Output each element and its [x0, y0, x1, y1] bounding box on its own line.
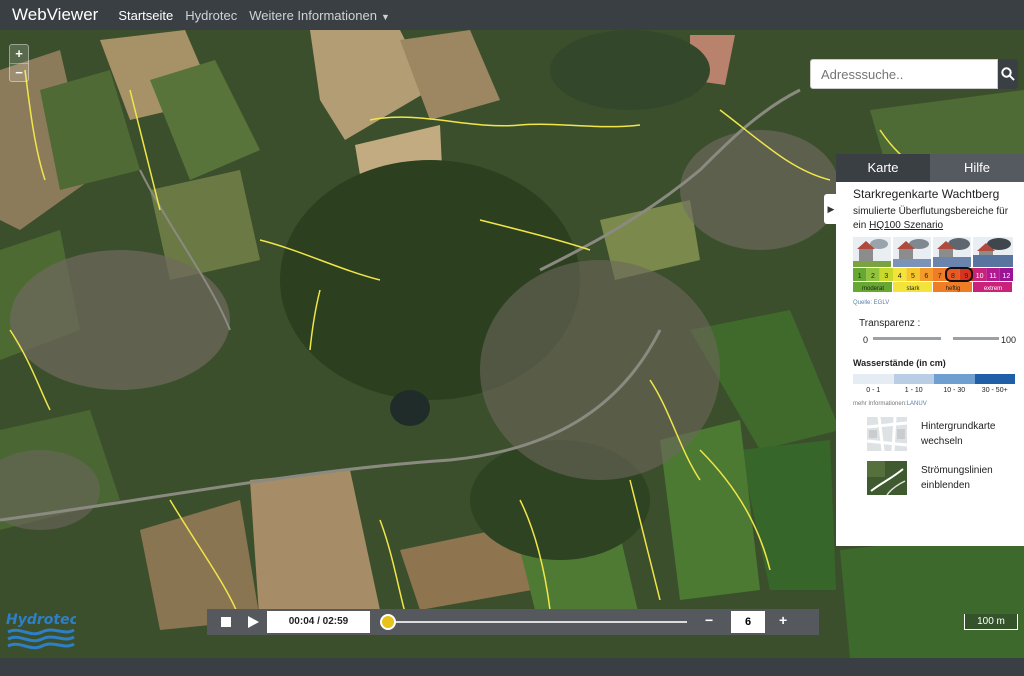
nav-weitere-informationen[interactable]: Weitere Informationen ▼ — [249, 8, 390, 23]
panel-tabs: Karte Hilfe — [836, 154, 1024, 182]
waterlevel-swatch-3 — [934, 374, 975, 384]
nav-startseite[interactable]: Startseite — [118, 8, 173, 23]
address-search — [810, 59, 1018, 89]
transparency-slider[interactable]: 0 100 — [853, 329, 1016, 351]
scale-number: 9 — [964, 273, 968, 280]
waterlevel-title: Wasserstände (in cm) — [853, 358, 946, 368]
weather-card-extrem — [973, 237, 1013, 267]
legend-title: Starkregenkarte Wachtberg — [853, 187, 1000, 201]
svg-text:Hydrotec: Hydrotec — [6, 612, 76, 628]
nav-hydrotec[interactable]: Hydrotec — [185, 8, 237, 23]
chevron-down-icon: ▼ — [380, 11, 390, 22]
scale-group-label: moderat — [862, 286, 884, 292]
street-map-thumbnail-icon — [867, 417, 907, 451]
weather-card-heftig — [933, 237, 971, 267]
waterlevel-label: 10 - 30 — [943, 387, 966, 394]
speed-increase-button[interactable]: + — [779, 612, 787, 628]
transparency-track-left — [873, 337, 941, 340]
flowlines-thumbnail-icon — [867, 461, 907, 495]
nav-weitere-label: Weitere Informationen — [249, 7, 377, 23]
legend-panel: Starkregenkarte Wachtberg simulierte Übe… — [836, 182, 1024, 546]
tab-karte[interactable]: Karte — [836, 154, 930, 182]
waterlevel-labels: 0 - 1 1 - 10 10 - 30 30 - 50+ — [853, 387, 1015, 394]
transparency-max: 100 — [1001, 335, 1017, 345]
search-icon — [1001, 67, 1015, 81]
scale-number: 1 — [858, 273, 862, 280]
zoom-out-button[interactable]: − — [10, 63, 28, 81]
chevron-right-icon: ▶ — [827, 204, 835, 214]
scale-group-label: extrem — [984, 286, 1002, 292]
speed-decrease-button[interactable]: − — [705, 612, 713, 628]
tab-hilfe[interactable]: Hilfe — [930, 154, 1024, 182]
flowlines-label-line: einblenden — [921, 480, 970, 491]
waterlevel-label: 1 - 10 — [904, 387, 923, 394]
hydrotec-logo-graphic: Hydrotec — [6, 612, 79, 650]
navbar: WebViewer Startseite Hydrotec Weitere In… — [0, 0, 1024, 30]
hydrotec-logo: Hydrotec — [4, 606, 79, 657]
background-map-toggle[interactable]: Hintergrundkarte wechseln — [853, 417, 1016, 451]
rain-scale-graphic: 1 2 3 4 5 6 7 8 9 10 11 12 moderat stark heftig extrem — [853, 237, 1013, 292]
transparency-track-right — [953, 337, 999, 340]
waterlevel-swatch-2 — [893, 374, 934, 384]
waterlevel-swatch-1 — [853, 374, 894, 384]
flowlines-toggle[interactable]: Strömungslinien einblenden — [853, 461, 1016, 495]
scale-number: 7 — [938, 273, 942, 280]
flowlines-label: Strömungslinien einblenden — [921, 463, 993, 493]
speed-value: 6 — [731, 611, 765, 633]
footer-bar — [0, 658, 1024, 676]
scale-number: 4 — [898, 273, 902, 280]
scale-number: 10 — [976, 273, 984, 280]
source-label: Quelle: EGLV — [853, 300, 890, 306]
waterlevel-label: 0 - 1 — [866, 387, 881, 394]
more-info-text: mehr Informationen: — [853, 401, 907, 407]
timeline-handle[interactable] — [380, 614, 397, 630]
waterlevel-label: 30 - 50+ — [981, 387, 1008, 394]
transparency-min: 0 — [863, 335, 869, 345]
more-info: mehr Informationen:LANUV — [853, 401, 1016, 407]
animation-player: 00:04 / 02:59 − 6 + — [207, 609, 819, 635]
waterlevel-swatch-4 — [974, 374, 1015, 384]
weather-card-moderat — [853, 237, 891, 267]
timeline-track[interactable] — [382, 621, 687, 623]
scenario-link[interactable]: HQ100 Szenario — [869, 220, 943, 231]
scale-group-label: stark — [906, 286, 920, 292]
zoom-in-button[interactable]: + — [10, 45, 28, 63]
flowlines-label-line: Strömungslinien — [921, 465, 993, 476]
transparency-label: Transparenz : — [859, 318, 921, 329]
search-input[interactable] — [810, 59, 998, 89]
weather-card-stark — [893, 237, 931, 267]
waterlevel-legend-bar — [853, 374, 1015, 384]
scale-number: 11 — [989, 273, 996, 280]
scale-number: 3 — [884, 273, 888, 280]
scale-number: 6 — [924, 273, 928, 280]
search-button[interactable] — [998, 59, 1018, 89]
scale-number: 2 — [871, 273, 875, 280]
lanuv-link[interactable]: LANUV — [907, 401, 927, 407]
time-display: 00:04 / 02:59 — [267, 611, 370, 633]
scale-number: 5 — [911, 273, 915, 280]
scale-number: 12 — [1002, 273, 1010, 280]
scale-group-label: heftig — [946, 286, 961, 292]
map-scale-bar: 100 m — [964, 614, 1018, 630]
brand-title[interactable]: WebViewer — [12, 5, 98, 25]
background-map-label: Hintergrundkarte wechseln — [921, 419, 995, 449]
scale-number: 8 — [951, 273, 955, 280]
zoom-control: + − — [9, 44, 29, 82]
legend-subtitle: simulierte Überflutungsbereiche für ein … — [853, 205, 1016, 233]
play-button[interactable] — [248, 616, 259, 628]
stop-button[interactable] — [221, 617, 231, 627]
background-map-label-line: Hintergrundkarte — [921, 421, 996, 432]
background-map-label-line: wechseln — [921, 436, 963, 447]
rain-intensity-scale: 1 2 3 4 5 6 7 8 9 10 11 12 moderat stark heftig extrem — [853, 237, 1013, 297]
